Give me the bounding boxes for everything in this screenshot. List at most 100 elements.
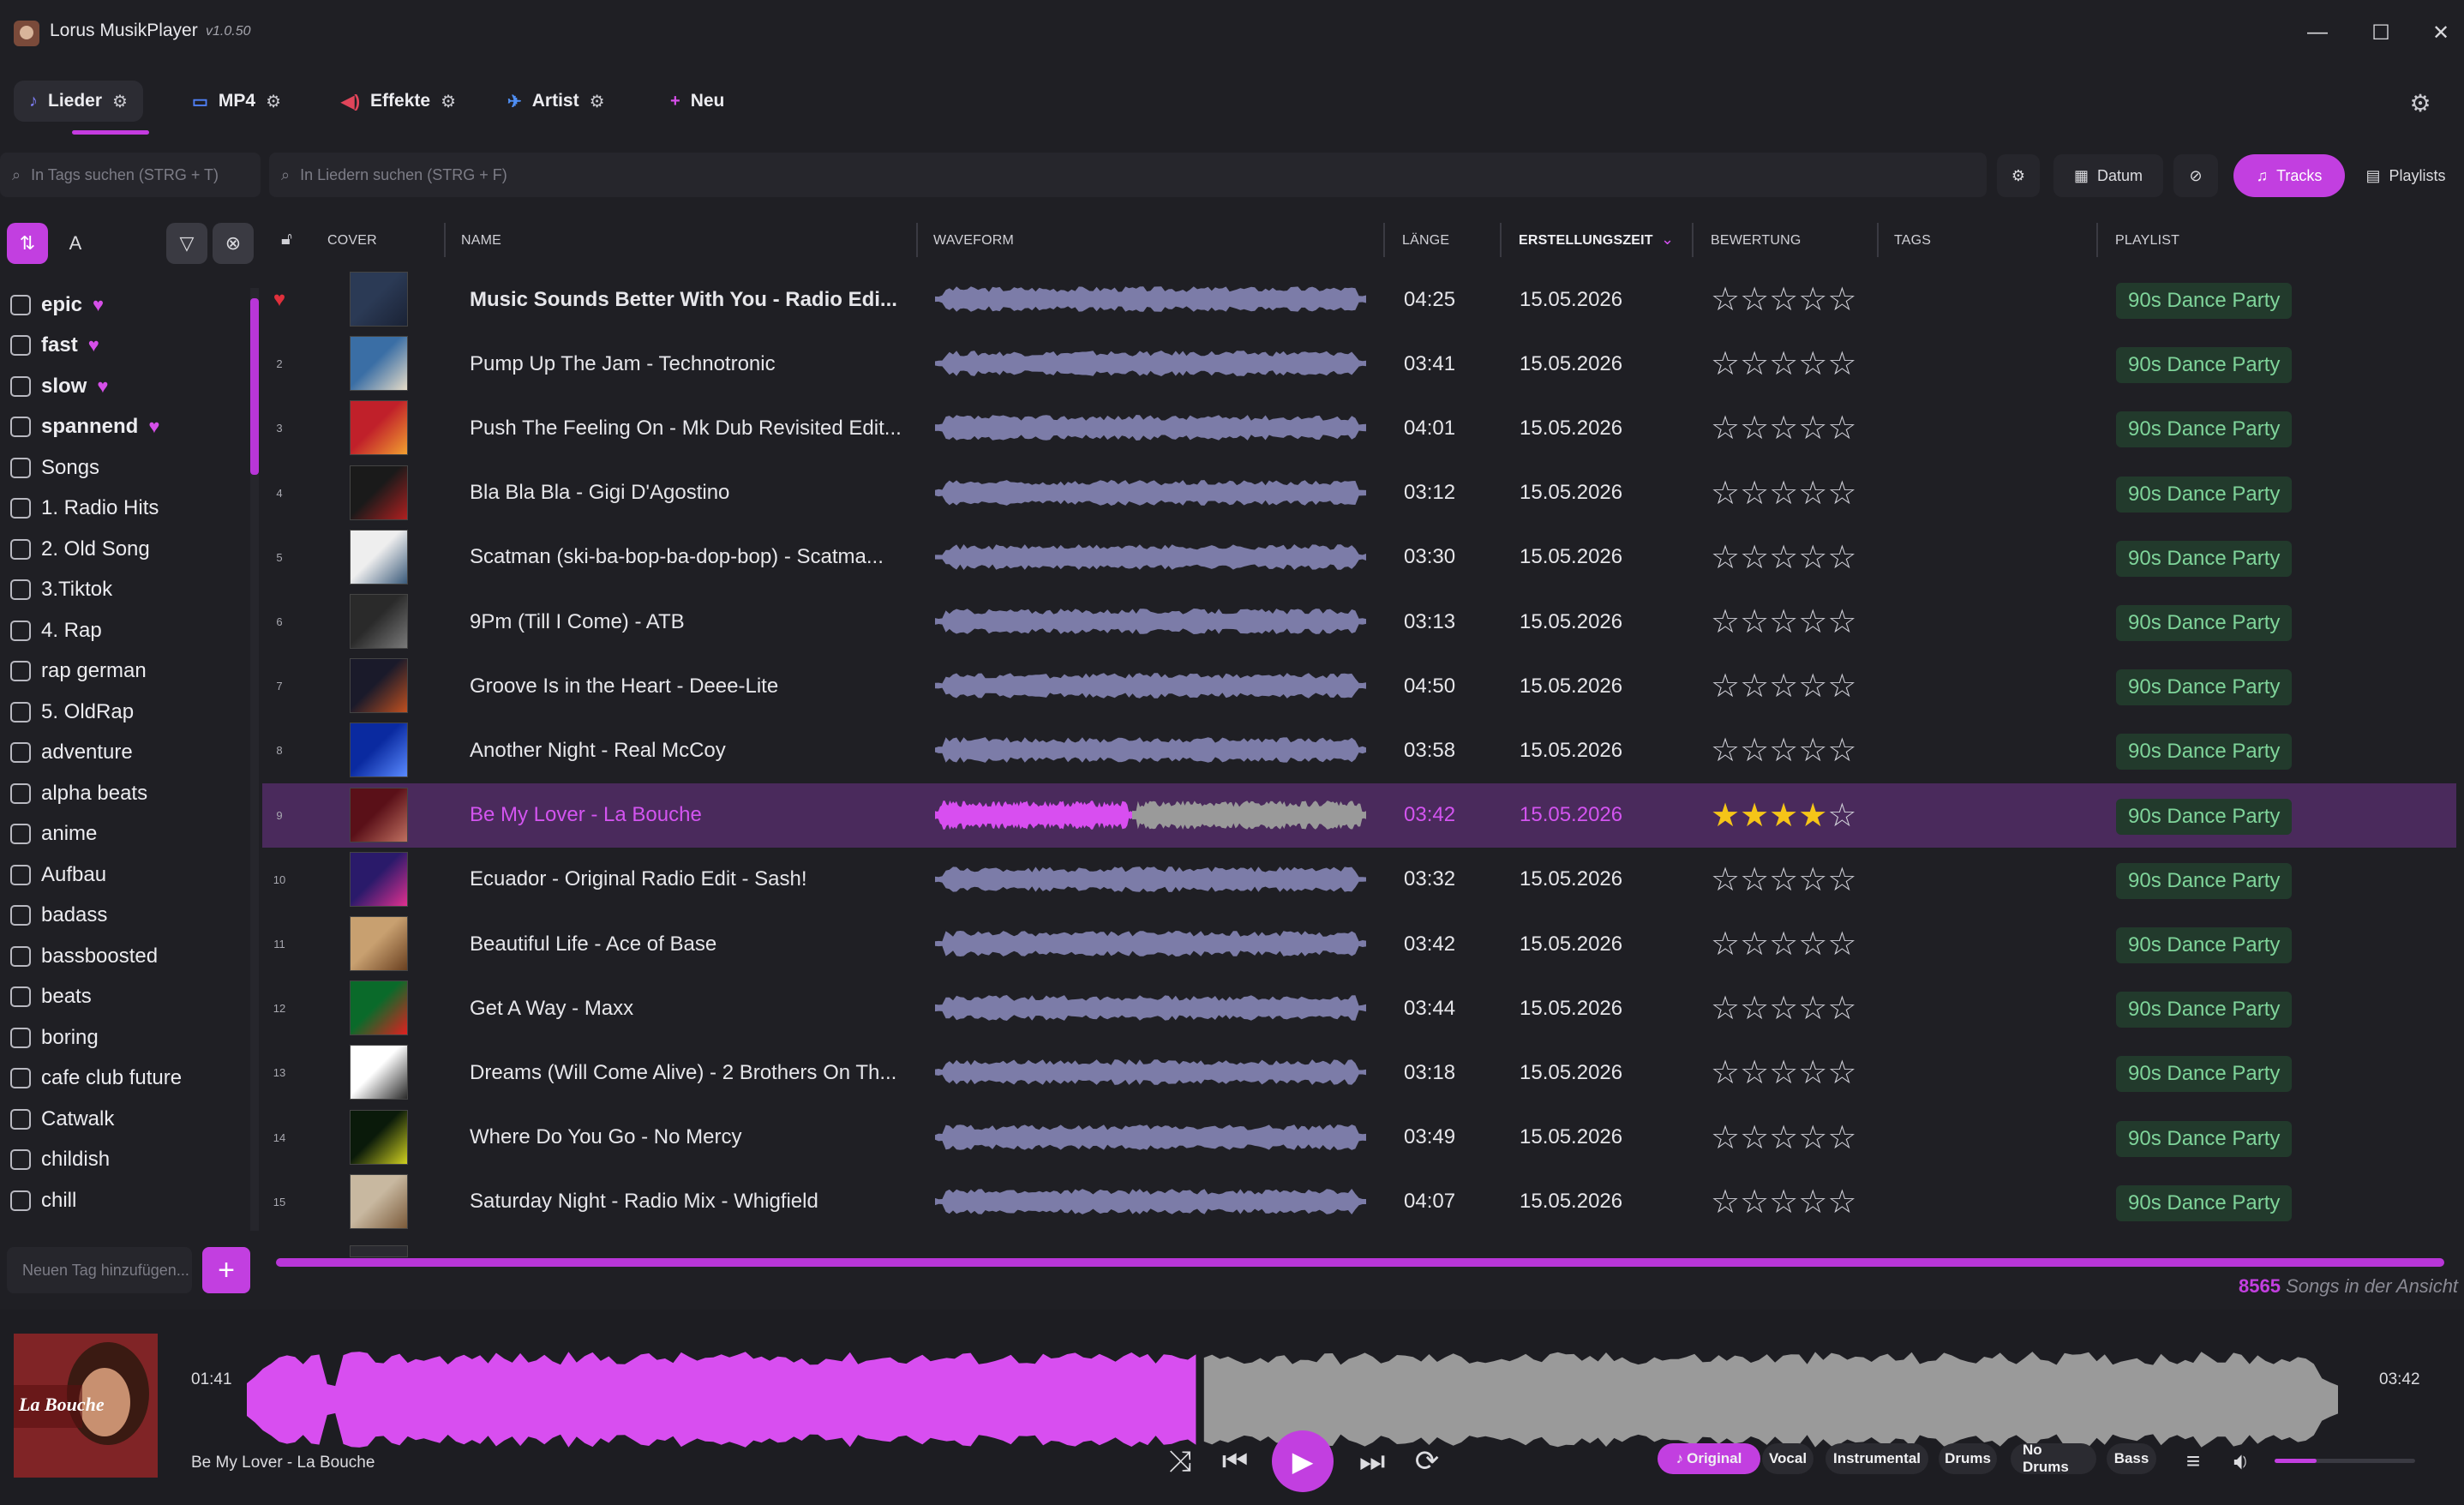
tag-item[interactable]: fast ♥ [0,326,257,367]
tag-checkbox[interactable] [10,661,31,682]
row-waveform[interactable] [933,988,1370,1028]
star-icon[interactable]: ☆ [1798,989,1827,1028]
tag-checkbox[interactable] [10,417,31,438]
star-icon[interactable]: ☆ [1798,731,1827,770]
sort-toggle-icon[interactable]: ⇅ [7,223,48,264]
table-row[interactable]: 14 Where Do You Go - No Mercy 03:49 15.05.2… [262,1106,2456,1170]
sidebar-scrollbar[interactable] [250,288,259,1231]
star-icon[interactable]: ☆ [1711,1053,1740,1092]
row-waveform[interactable] [933,795,1370,835]
tag-item[interactable]: bassboosted [0,936,257,977]
star-icon[interactable]: ☆ [1740,1053,1769,1092]
column-divider[interactable] [1500,223,1502,257]
rating-stars[interactable]: ☆ ☆ ☆ ☆ ☆ [1711,654,1856,718]
star-icon[interactable]: ☆ [1711,860,1740,899]
lock-icon[interactable]: 🔓︎ [281,230,292,249]
column-cover[interactable]: COVER [327,233,377,249]
tag-checkbox[interactable] [10,579,31,601]
stem-original-button[interactable]: ♪ Original [1658,1443,1760,1474]
cover-thumbnail[interactable] [350,529,408,585]
tag-item[interactable]: childish [0,1140,257,1181]
star-icon[interactable]: ☆ [1798,860,1827,899]
column-divider[interactable] [2096,223,2098,257]
tag-item[interactable]: Songs [0,447,257,489]
row-waveform[interactable] [933,408,1370,447]
rating-stars[interactable]: ☆ ☆ ☆ ☆ ☆ [1711,525,1856,590]
rating-stars[interactable]: ☆ ☆ ☆ ☆ ☆ [1711,1040,1856,1105]
row-waveform[interactable] [933,1052,1370,1092]
star-icon[interactable]: ☆ [1711,1118,1740,1157]
star-icon[interactable]: ☆ [1798,409,1827,447]
column-rating[interactable]: BEWERTUNG [1711,233,1802,249]
playlist-badge[interactable]: 90s Dance Party [2116,1120,2293,1157]
tag-item[interactable]: spannend ♥ [0,407,257,448]
tag-item[interactable]: adventure [0,733,257,774]
star-icon[interactable]: ☆ [1769,474,1798,513]
track-name[interactable]: Scatman (ski-ba-bop-ba-dop-bop) - Scatma… [470,525,915,590]
star-icon[interactable]: ☆ [1740,1118,1769,1157]
maximize-icon[interactable]: ☐ [2362,15,2400,50]
minimize-icon[interactable]: — [2299,15,2336,50]
rating-stars[interactable]: ☆ ☆ ☆ ☆ ☆ [1711,396,1856,460]
star-icon[interactable]: ☆ [1740,731,1769,770]
cover-thumbnail[interactable] [350,1109,408,1165]
cover-thumbnail[interactable] [350,658,408,714]
tab-neu[interactable]: + Neu [655,81,740,122]
star-icon[interactable]: ☆ [1769,409,1798,447]
tag-checkbox[interactable] [10,782,31,804]
star-icon[interactable]: ★ [1769,796,1798,835]
cover-thumbnail[interactable] [350,272,408,327]
star-icon[interactable]: ☆ [1798,345,1827,383]
star-icon[interactable]: ☆ [1711,409,1740,447]
tag-checkbox[interactable] [10,742,31,764]
tag-item[interactable]: 2. Old Song [0,529,257,570]
star-icon[interactable]: ☆ [1711,731,1740,770]
tag-checkbox[interactable] [10,457,31,478]
tag-item[interactable]: 4. Rap [0,610,257,651]
column-created[interactable]: ERSTELLUNGSZEIT [1519,233,1653,249]
song-search-field[interactable]: ⌕ [269,153,1987,197]
star-icon[interactable]: ☆ [1827,1118,1856,1157]
playlist-badge[interactable]: 90s Dance Party [2116,1184,2293,1221]
track-name[interactable]: 9Pm (Till I Come) - ATB [470,590,915,654]
table-row[interactable]: 8 Another Night - Real McCoy 03:58 15.05.20… [262,718,2456,782]
tag-item[interactable]: slow ♥ [0,366,257,407]
rating-stars[interactable]: ☆ ☆ ☆ ☆ ☆ [1711,718,1856,782]
playlist-badge[interactable]: 90s Dance Party [2116,669,2293,706]
row-waveform[interactable] [933,344,1370,383]
tag-item[interactable]: anime [0,814,257,855]
star-icon[interactable]: ☆ [1798,925,1827,963]
star-icon[interactable]: ☆ [1827,474,1856,513]
star-icon[interactable]: ☆ [1827,796,1856,835]
table-row[interactable]: 5 Scatman (ski-ba-bop-ba-dop-bop) - Scatm… [262,525,2456,590]
column-divider[interactable] [444,223,446,257]
row-waveform[interactable] [933,860,1370,899]
star-icon[interactable]: ☆ [1827,1183,1856,1221]
stem-vocal-button[interactable]: Vocal [1762,1443,1814,1474]
cover-thumbnail[interactable] [350,851,408,907]
stem-drums-button[interactable]: Drums [1939,1443,1997,1474]
star-icon[interactable]: ★ [1740,796,1769,835]
playlist-badge[interactable]: 90s Dance Party [2116,283,2293,319]
tag-item[interactable]: boring [0,1017,257,1058]
playlist-badge[interactable]: 90s Dance Party [2116,798,2293,835]
star-icon[interactable]: ☆ [1769,538,1798,577]
tag-checkbox[interactable] [10,294,31,315]
song-search-input[interactable] [300,165,1987,184]
track-name[interactable]: Ecuador - Original Radio Edit - Sash! [470,848,915,912]
table-row[interactable]: 3 Push The Feeling On - Mk Dub Revisited … [262,396,2456,460]
tag-checkbox[interactable] [10,986,31,1008]
star-icon[interactable]: ☆ [1711,280,1740,319]
tag-checkbox[interactable] [10,1027,31,1048]
track-name[interactable]: Bla Bla Bla - Gigi D'Agostino [470,461,915,525]
track-name[interactable]: Be My Lover - La Bouche [470,783,915,848]
tag-item[interactable]: chill [0,1180,257,1221]
volume-icon[interactable]: 🔉︎ [2220,1440,2263,1483]
cover-thumbnail[interactable] [350,916,408,971]
star-icon[interactable]: ☆ [1769,1118,1798,1157]
table-row[interactable]: 6 9Pm (Till I Come) - ATB 03:13 15.05.2026 ☆… [262,590,2456,654]
playlist-badge[interactable]: 90s Dance Party [2116,734,2293,770]
stem-bass-button[interactable]: Bass [2107,1443,2156,1474]
playlist-badge[interactable]: 90s Dance Party [2116,347,2293,384]
playlist-badge[interactable]: 90s Dance Party [2116,1056,2293,1093]
